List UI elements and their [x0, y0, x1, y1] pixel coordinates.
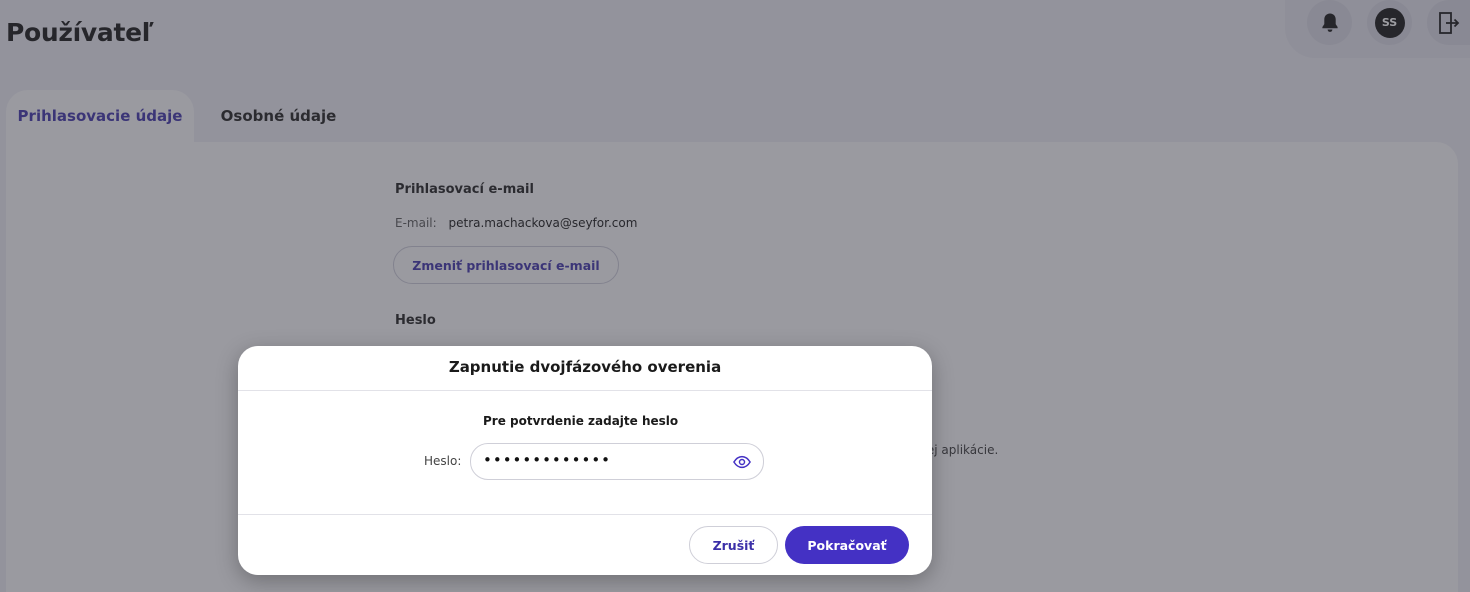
eye-icon[interactable]: [733, 454, 751, 470]
password-label: Heslo:: [424, 454, 462, 468]
page: Používateľ SS Prihlasovacie údaje Osobné…: [0, 0, 1470, 592]
password-input[interactable]: •••••••••••••: [470, 443, 764, 480]
dialog-prompt: Pre potvrdenie zadajte heslo: [483, 414, 679, 428]
dialog-divider-top: [238, 390, 932, 391]
two-factor-dialog: Zapnutie dvojfázového overenia Pre potvr…: [238, 346, 932, 575]
dialog-title: Zapnutie dvojfázového overenia: [448, 358, 722, 376]
cancel-button[interactable]: Zrušiť: [689, 526, 778, 564]
password-value: •••••••••••••: [483, 451, 612, 469]
dialog-divider-bottom: [238, 514, 932, 515]
continue-button[interactable]: Pokračovať: [785, 526, 909, 564]
